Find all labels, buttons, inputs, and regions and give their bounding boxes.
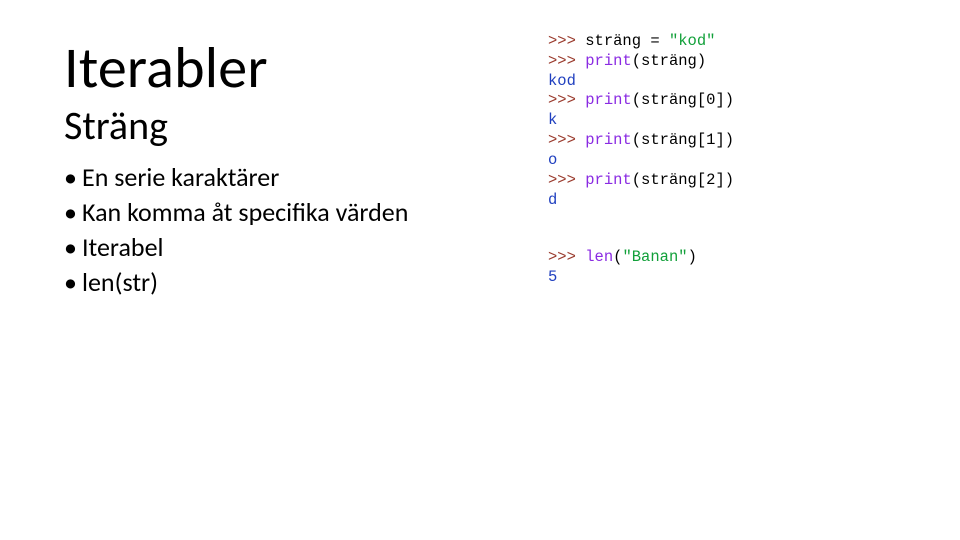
repl-prompt: >>> xyxy=(548,52,585,70)
slide: Iterabler Sträng En serie karaktärer Kan… xyxy=(0,0,960,540)
code-text: (sträng[2]) xyxy=(632,171,734,189)
code-block-string-index: >>> sträng = "kod" >>> print(sträng) kod… xyxy=(548,32,938,210)
function-name: print xyxy=(585,171,632,189)
code-text: (sträng[0]) xyxy=(632,91,734,109)
repl-prompt: >>> xyxy=(548,131,585,149)
bullet-item: len(str) xyxy=(64,265,534,300)
code-column: >>> sträng = "kod" >>> print(sträng) kod… xyxy=(548,32,938,326)
repl-output: k xyxy=(548,111,557,129)
slide-title: Iterabler xyxy=(64,38,534,99)
slide-subtitle: Sträng xyxy=(64,101,534,150)
repl-output: kod xyxy=(548,72,576,90)
repl-prompt: >>> xyxy=(548,171,585,189)
code-text: ) xyxy=(688,248,697,266)
bullet-item: Iterabel xyxy=(64,230,534,265)
bullet-list: En serie karaktärer Kan komma åt specifi… xyxy=(64,160,534,300)
function-name: print xyxy=(585,91,632,109)
string-literal: "Banan" xyxy=(622,248,687,266)
repl-output: 5 xyxy=(548,268,557,286)
repl-prompt: >>> xyxy=(548,32,585,50)
code-text: = xyxy=(650,32,669,50)
function-name: print xyxy=(585,52,632,70)
repl-prompt: >>> xyxy=(548,91,585,109)
code-text: (sträng) xyxy=(632,52,706,70)
code-block-len: >>> len("Banan") 5 xyxy=(548,248,938,288)
code-text: sträng xyxy=(585,32,650,50)
function-name: print xyxy=(585,131,632,149)
string-literal: "kod" xyxy=(669,32,716,50)
function-name: len xyxy=(585,248,613,266)
repl-output: o xyxy=(548,151,557,169)
repl-prompt: >>> xyxy=(548,248,585,266)
bullet-item: En serie karaktärer xyxy=(64,160,534,195)
repl-output: d xyxy=(548,191,557,209)
text-column: Iterabler Sträng En serie karaktärer Kan… xyxy=(64,38,534,300)
bullet-item: Kan komma åt specifika värden xyxy=(64,195,534,230)
code-text: (sträng[1]) xyxy=(632,131,734,149)
